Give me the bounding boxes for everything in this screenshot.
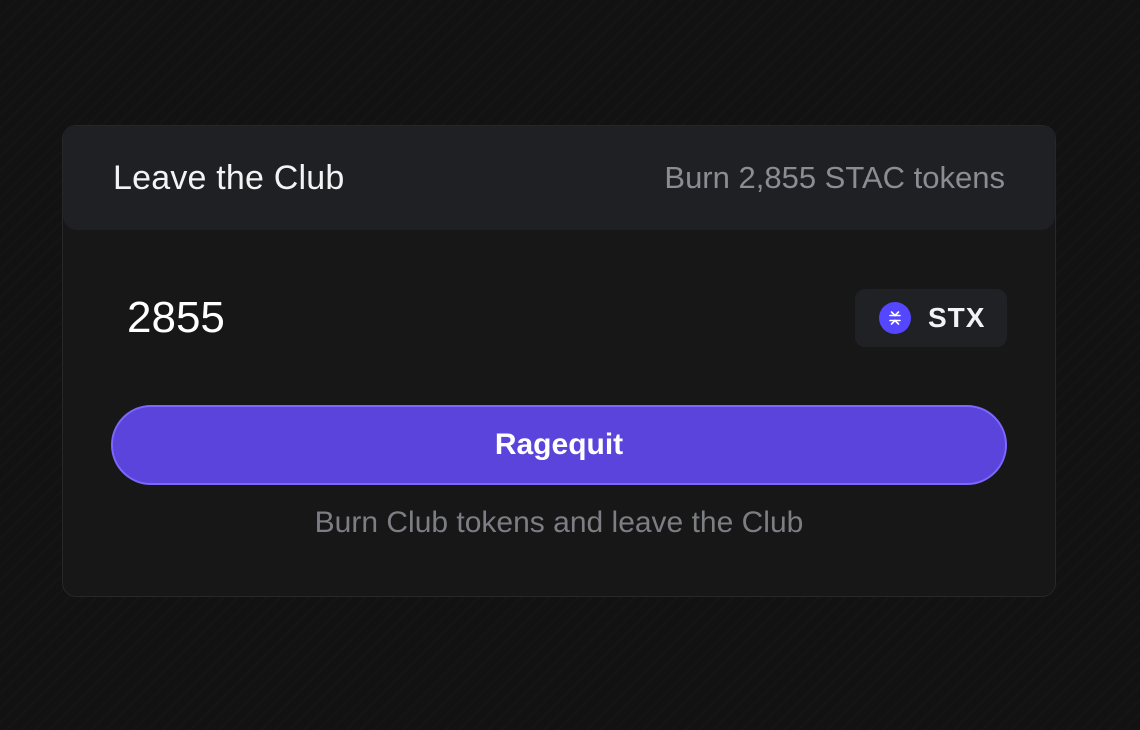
burn-summary: Burn 2,855 STAC tokens (664, 160, 1005, 195)
stacks-icon (879, 302, 911, 334)
card-header: Leave the Club Burn 2,855 STAC tokens (63, 126, 1055, 230)
token-selector[interactable]: STX (855, 289, 1007, 347)
token-symbol: STX (928, 302, 986, 333)
page: Leave the Club Burn 2,855 STAC tokens ST… (0, 0, 1140, 730)
leave-club-card: Leave the Club Burn 2,855 STAC tokens ST… (62, 125, 1056, 597)
card-title: Leave the Club (113, 158, 345, 197)
ragequit-hint: Burn Club tokens and leave the Club (314, 506, 804, 539)
amount-row: STX (63, 286, 1055, 350)
amount-input[interactable] (127, 286, 827, 350)
ragequit-button[interactable]: Ragequit (111, 405, 1007, 485)
